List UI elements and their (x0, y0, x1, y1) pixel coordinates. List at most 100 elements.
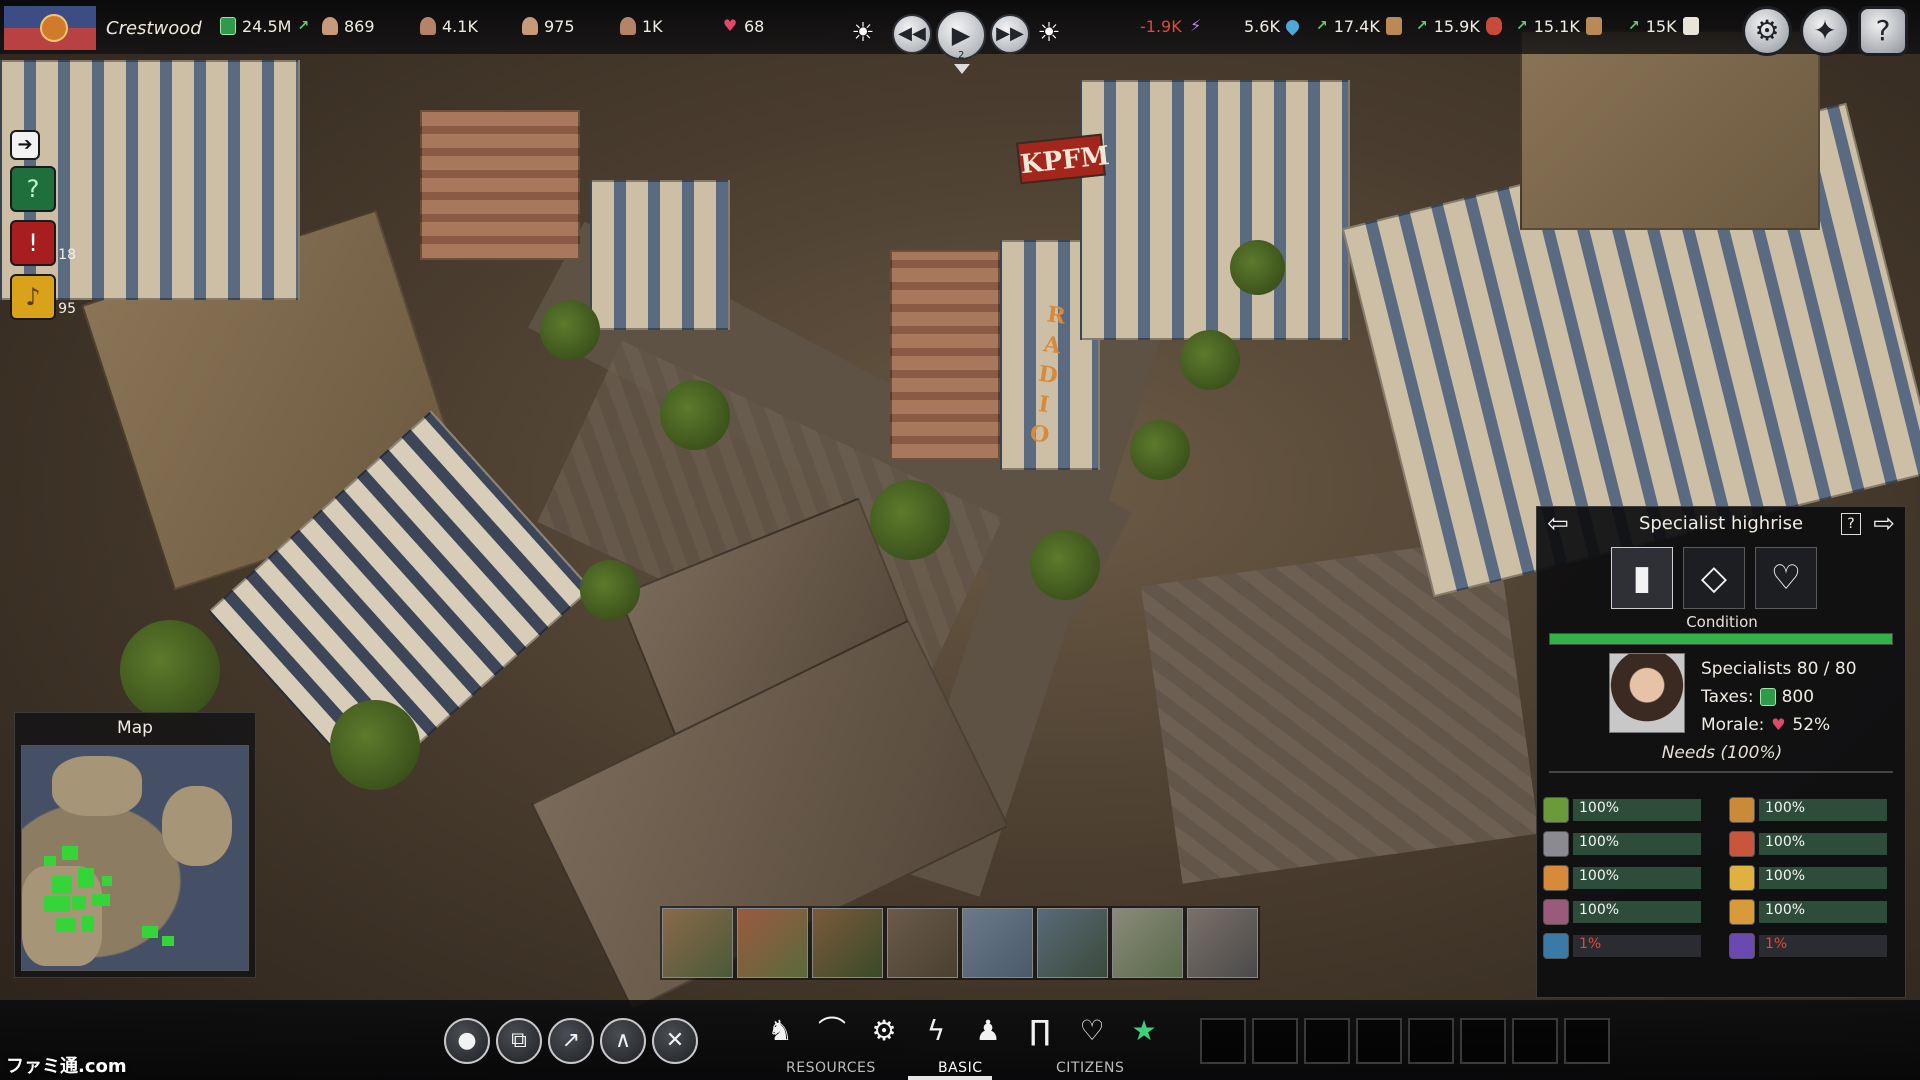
city-emblem-icon (40, 14, 68, 42)
tab-selected-indicator (908, 1076, 992, 1080)
need-value: 100% (1765, 800, 1806, 816)
city-flag[interactable] (4, 6, 96, 50)
need-item[interactable]: 100% (1537, 831, 1709, 857)
need-item[interactable]: 1% (1537, 933, 1709, 959)
money-icon (220, 17, 236, 35)
taxes-label: Taxes: (1701, 687, 1754, 707)
need-item[interactable]: 100% (1537, 865, 1709, 891)
demolish-bomb-button[interactable]: ● (444, 1018, 490, 1064)
farming-category-icon[interactable]: ♞ (758, 1008, 802, 1054)
statistics-chart-icon[interactable]: ▮ (1611, 547, 1673, 609)
compass-button[interactable]: ✦ (1800, 6, 1850, 56)
food-stat[interactable]: ↗ 15.9K (1416, 14, 1502, 38)
build-slot[interactable] (1512, 1018, 1558, 1064)
panel-help-icon[interactable]: ? (1841, 513, 1861, 535)
need-item[interactable]: 100% (1537, 899, 1709, 925)
water-need-icon (1543, 933, 1569, 959)
build-slot[interactable] (1564, 1018, 1610, 1064)
citizens-category-icon[interactable]: ♟ (966, 1008, 1010, 1054)
building-thumbnail[interactable] (962, 908, 1033, 978)
building-thumbnail[interactable] (737, 908, 808, 978)
need-item[interactable]: 100% (1723, 865, 1895, 891)
goods-stat[interactable]: ↗ 17.4K (1316, 14, 1402, 38)
build-slot[interactable] (1356, 1018, 1402, 1064)
goods-value: 17.4K (1333, 16, 1380, 36)
build-slot[interactable] (1304, 1018, 1350, 1064)
luxury-diamond-icon[interactable]: ◇ (1683, 547, 1745, 609)
morale-heart-icon: ♥ (722, 16, 738, 35)
kpfm-sign: KPFM (1016, 133, 1111, 185)
need-value: 100% (1579, 800, 1620, 816)
health-heart-icon[interactable]: ♡ (1070, 1008, 1114, 1054)
morale-heart-icon: ♥ (1771, 715, 1786, 734)
notifications-bell-button[interactable]: ♪ 95 (10, 274, 76, 320)
farmers-stat[interactable]: 4.1K (420, 14, 478, 38)
building-thumbnail[interactable] (662, 908, 733, 978)
production-gear-icon[interactable]: ⚙ (862, 1008, 906, 1054)
trend-up-icon: ↗ (1628, 18, 1640, 34)
next-arrow-icon[interactable]: ⇨ (1873, 509, 1895, 539)
need-item[interactable]: 1% (1723, 933, 1895, 959)
power-stat[interactable]: -1.9K ⚡ (1140, 14, 1204, 38)
police-badge-icon[interactable]: ★ (1122, 1008, 1166, 1054)
condition-fill (1550, 634, 1892, 644)
tab-basic[interactable]: BASIC (938, 1060, 982, 1076)
need-item[interactable]: 100% (1723, 899, 1895, 925)
night-sun-icon: ☀ (1037, 18, 1061, 48)
build-slot[interactable] (1200, 1018, 1246, 1064)
water-stat[interactable]: 5.6K (1244, 14, 1302, 38)
engineers-stat[interactable]: 975 (522, 14, 575, 38)
building-thumbnail[interactable] (887, 908, 958, 978)
building-thumbnail[interactable] (1037, 908, 1108, 978)
help-button[interactable]: ? (1858, 6, 1908, 56)
paper-stat[interactable]: ↗ 15K (1628, 14, 1699, 38)
farmer-icon (420, 17, 436, 35)
building-thumbnail[interactable] (1187, 908, 1258, 978)
industry-category-icon[interactable]: ⌒ (810, 1008, 854, 1054)
specialists-count: Specialists 80 / 80 (1701, 659, 1857, 679)
build-slot[interactable] (1252, 1018, 1298, 1064)
roads-category-icon[interactable]: ∏ (1018, 1008, 1062, 1054)
workers-stat[interactable]: 869 (322, 14, 375, 38)
paper-icon (1682, 17, 1699, 35)
watermark-logo: ファミ通.com (6, 1056, 127, 1077)
money-stat[interactable]: 24.5M ↗ (220, 14, 309, 38)
materials-stat[interactable]: ↗ 15.1K (1516, 14, 1602, 38)
build-tools-button[interactable]: ✕ (652, 1018, 698, 1064)
quest-help-button[interactable]: ? (10, 166, 56, 212)
copy-building-button[interactable]: ⧉ (496, 1018, 542, 1064)
previous-arrow-icon[interactable]: ⇦ (1547, 509, 1569, 539)
building-thumbnail[interactable] (1112, 908, 1183, 978)
upgrade-button[interactable]: ↗ (548, 1018, 594, 1064)
build-slot[interactable] (1460, 1018, 1506, 1064)
exit-arrow-button[interactable]: ➔ (10, 130, 40, 160)
settings-gear-button[interactable]: ⚙ (1742, 6, 1792, 56)
speed-controls: ☀ ◀◀ ▶ 2 ▶▶ ☀ (850, 6, 1070, 74)
slow-down-button[interactable]: ◀◀ (892, 14, 932, 54)
specialists-stat[interactable]: 1K (620, 14, 663, 38)
measure-compass-button[interactable]: ∧ (600, 1018, 646, 1064)
need-value: 100% (1765, 902, 1806, 918)
city-name[interactable]: Crestwood (106, 18, 202, 39)
specialist-icon (620, 17, 636, 35)
power-category-icon[interactable]: ϟ (914, 1008, 958, 1054)
power-need-icon (1729, 933, 1755, 959)
need-item[interactable]: 100% (1537, 797, 1709, 823)
condition-label: Condition (1686, 613, 1758, 631)
minimap[interactable] (21, 745, 249, 971)
morale-heart-tab-icon[interactable]: ♡ (1755, 547, 1817, 609)
need-value: 100% (1579, 834, 1620, 850)
building-thumbnail[interactable] (812, 908, 883, 978)
warnings-button[interactable]: ! 18 (10, 220, 76, 266)
need-item[interactable]: 100% (1723, 831, 1895, 857)
need-item[interactable]: 100% (1723, 797, 1895, 823)
tab-citizens[interactable]: CITIZENS (1056, 1060, 1124, 1076)
panel-title: Specialist highrise (1638, 513, 1804, 534)
build-slots (1200, 1018, 1610, 1064)
morale-label: Morale: (1701, 715, 1765, 735)
build-slot[interactable] (1408, 1018, 1454, 1064)
speed-indicator-arrow (954, 64, 970, 74)
tab-resources[interactable]: RESOURCES (786, 1060, 876, 1076)
speed-up-button[interactable]: ▶▶ (990, 14, 1030, 54)
morale-stat[interactable]: ♥ 68 (722, 14, 765, 38)
